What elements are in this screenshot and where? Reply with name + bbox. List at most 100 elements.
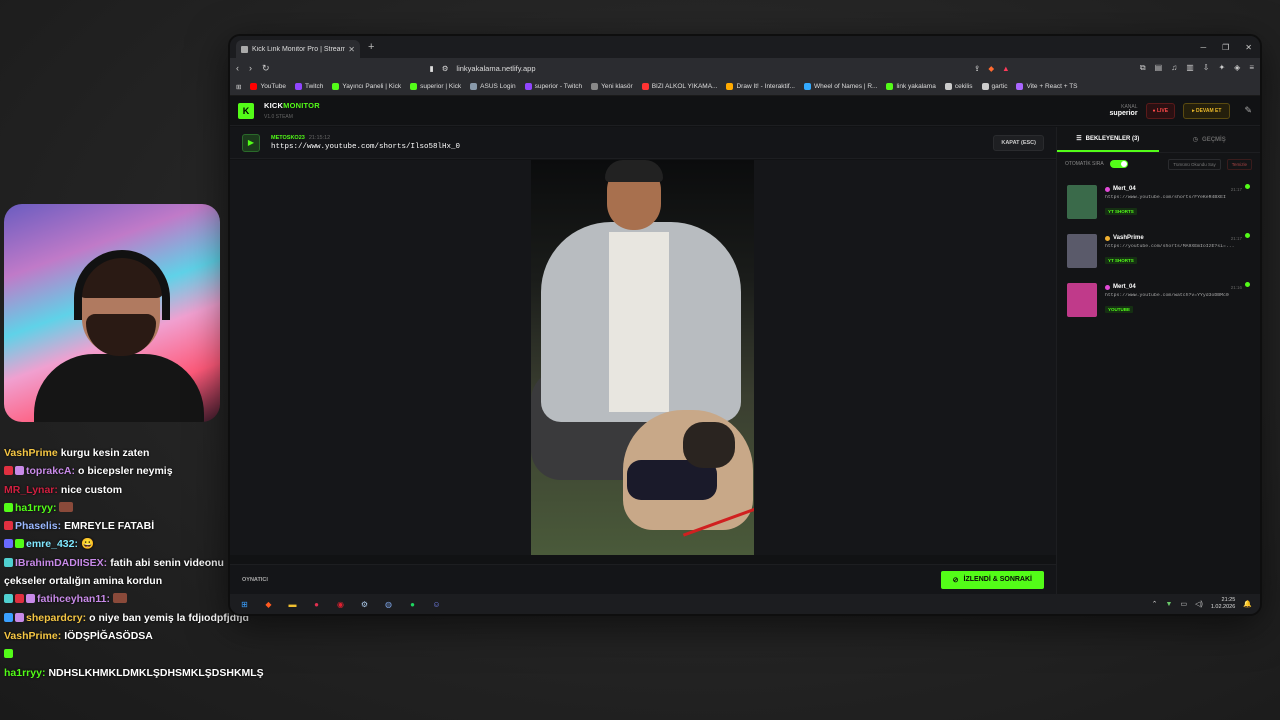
tab-history[interactable]: ◷ GEÇMİŞ [1159, 127, 1261, 152]
maps-pin-icon[interactable]: ● [310, 598, 323, 611]
resume-button[interactable]: ▸ DEVAM ET [1183, 102, 1231, 119]
downloads-icon[interactable]: ⇩ [1203, 63, 1210, 73]
tab-close-icon[interactable]: ✕ [348, 45, 355, 54]
clear-queue-button[interactable]: Temizle [1226, 158, 1252, 170]
reload-icon[interactable]: ↻ [262, 63, 270, 74]
tray-app-icon[interactable]: ▼ [1166, 601, 1173, 608]
queue-item[interactable]: VashPrime 21:17 https://youtube.com/shorts… [1063, 229, 1254, 273]
bookmark-item[interactable]: YouTube [250, 83, 286, 90]
queue-options: OTOMATİK SIRA Tümünü Okundu Say Temizle [1057, 153, 1260, 175]
clock[interactable]: 21:25 1.02.2026 [1211, 597, 1235, 611]
title-bar: Kick Link Monitor Pro | Stream ✕ + ─ ❐ ✕ [230, 36, 1260, 58]
notification-bell-icon[interactable]: 🔔 [1243, 600, 1252, 608]
brave-shield-icon[interactable]: ◆ [988, 64, 994, 73]
puzzle-icon[interactable]: ✦ [1218, 63, 1225, 73]
display-icon[interactable]: ▭ [1180, 600, 1187, 608]
bookmark-item[interactable]: Vite + React + TS [1016, 83, 1078, 90]
now-playing-url[interactable]: https://www.youtube.com/shorts/Ilso58lHx… [271, 143, 460, 151]
maximize-icon[interactable]: ❐ [1222, 43, 1229, 52]
new-tab-icon[interactable]: + [368, 41, 374, 53]
now-playing-time: 21:15:12 [308, 134, 331, 141]
auto-queue-toggle[interactable] [1109, 160, 1128, 168]
address-bar[interactable]: ▮ ⚙ linkyakalama.netlify.app ⇪ ◆ ▲ [430, 64, 1010, 73]
reading-list-icon[interactable]: ▤ [1155, 63, 1163, 73]
share-icon[interactable]: ⇪ [974, 64, 980, 73]
chat-message: fatihceyhan11: [4, 590, 264, 608]
app-globe-icon[interactable]: ◍ [382, 598, 395, 611]
bookmark-label: Wheel of Names | R... [813, 83, 878, 90]
bookmark-item[interactable]: link yakalama [886, 83, 936, 90]
player-footer: OYNATICI ⊘ İZLENDİ & SONRAKİ [230, 564, 1056, 594]
bookmark-favicon-icon [410, 83, 418, 90]
video-frame[interactable] [531, 160, 754, 555]
live-button[interactable]: ● LIVE [1145, 102, 1176, 119]
extensions-icon[interactable]: ⧉ [1140, 63, 1146, 73]
steam-icon[interactable]: ⚙ [358, 598, 371, 611]
video-player[interactable] [230, 160, 1056, 555]
queue-list: Mert_04 21:17 https://www.youtube.com/shor… [1057, 180, 1260, 322]
check-circle-icon: ⊘ [952, 576, 959, 584]
sidebar-icon[interactable]: ▥ [1186, 63, 1194, 73]
kick-logo-icon: K [238, 102, 254, 119]
brave-browser-icon[interactable]: ◆ [262, 598, 275, 611]
bookmark-item[interactable]: Wheel of Names | R... [803, 83, 878, 90]
bookmark-item[interactable]: superior - Twitch [524, 83, 582, 90]
bookmark-item[interactable]: ASUS Login [470, 83, 516, 90]
minimize-icon[interactable]: ─ [1200, 43, 1206, 52]
site-info-icon[interactable]: ⚙ [442, 64, 449, 73]
chat-text: EMREYLE FATABİ [64, 520, 155, 533]
auto-queue-label: OTOMATİK SIRA [1065, 161, 1104, 167]
queue-item[interactable]: Mert_04 21:17 https://www.youtube.com/shor… [1063, 180, 1254, 224]
bookmark-item[interactable]: superior | Kick [410, 83, 461, 90]
volume-icon[interactable]: ◁) [1195, 600, 1203, 608]
close-player-button[interactable]: KAPAT (ESC) [993, 134, 1044, 151]
bookmark-item[interactable]: Yayıncı Paneli | Kick [332, 83, 401, 90]
windows-start-icon[interactable]: ⊞ [238, 598, 251, 611]
record-app-icon[interactable]: ◉ [334, 598, 347, 611]
vpn-icon[interactable]: ◈ [1234, 63, 1240, 73]
tab-waiting[interactable]: ☰ BEKLEYENLER (3) [1057, 127, 1159, 152]
user-badge-icon [1105, 235, 1110, 241]
queue-item[interactable]: Mert_04 21:16 https://www.youtube.com/watc… [1063, 278, 1254, 322]
bookmark-favicon-icon [641, 83, 649, 90]
clock-date: 1.02.2026 [1210, 604, 1236, 610]
apps-grid-icon[interactable]: ⊞ [236, 83, 241, 91]
bookmark-icon[interactable]: ▮ [430, 64, 434, 73]
brave-rewards-icon[interactable]: ▲ [1002, 64, 1009, 73]
tray-chevron-icon[interactable]: ⌃ [1152, 600, 1158, 608]
channel-name: superior [1109, 110, 1138, 117]
bookmark-favicon-icon [250, 83, 258, 90]
bookmark-label: Yayıncı Paneli | Kick [342, 83, 402, 90]
bookmark-item[interactable]: BIZI ALKOL YIKAMA... [641, 83, 717, 90]
bookmark-label: ASUS Login [480, 83, 516, 90]
bookmark-item[interactable]: gartic [981, 83, 1007, 90]
bookmark-item[interactable]: cekilis [944, 83, 973, 90]
bookmark-item[interactable]: Draw It! - Interaktif... [726, 83, 795, 90]
spotify-icon[interactable]: ● [406, 598, 419, 611]
chat-badge-icon [4, 594, 13, 604]
mark-all-read-button[interactable]: Tümünü Okundu Say [1168, 158, 1221, 170]
close-window-icon[interactable]: ✕ [1245, 43, 1252, 52]
taskbar: ⊞ ◆ ▬ ● ◉ ⚙ ◍ ● ☺ ⌃ ▼ ▭ ◁) 21:25 1.02.20… [230, 594, 1260, 614]
forward-icon[interactable]: › [249, 63, 252, 73]
queue-user: Mert_04 [1113, 284, 1136, 290]
bookmark-item[interactable]: Yeni klasör [591, 83, 633, 90]
back-icon[interactable]: ‹ [236, 63, 239, 73]
bookmark-item[interactable]: Twitch [295, 83, 323, 90]
now-playing-bar: ▶ METOSKO23 21:15:12 https://www.youtube.… [230, 127, 1056, 159]
bookmark-label: Yeni klasör [601, 83, 633, 90]
edit-icon[interactable]: ✎ [1244, 105, 1252, 116]
chat-username: ha1rryy: [4, 666, 46, 679]
watched-next-button[interactable]: ⊘ İZLENDİ & SONRAKİ [940, 570, 1044, 589]
menu-icon[interactable]: ≡ [1249, 63, 1254, 73]
chat-badge-icon [15, 612, 24, 622]
file-explorer-icon[interactable]: ▬ [286, 598, 299, 611]
queue-thumbnail [1067, 185, 1097, 219]
browser-tab[interactable]: Kick Link Monitor Pro | Stream ✕ [236, 40, 360, 58]
discord-icon[interactable]: ☺ [430, 598, 443, 611]
bookmark-label: Draw It! - Interaktif... [736, 83, 795, 90]
chat-badge-icon [4, 539, 13, 549]
url-text[interactable]: linkyakalama.netlify.app [456, 64, 966, 73]
queue-item-body: Mert_04 21:16 https://www.youtube.com/watc… [1105, 284, 1242, 316]
media-icon[interactable]: ♫ [1171, 63, 1177, 73]
